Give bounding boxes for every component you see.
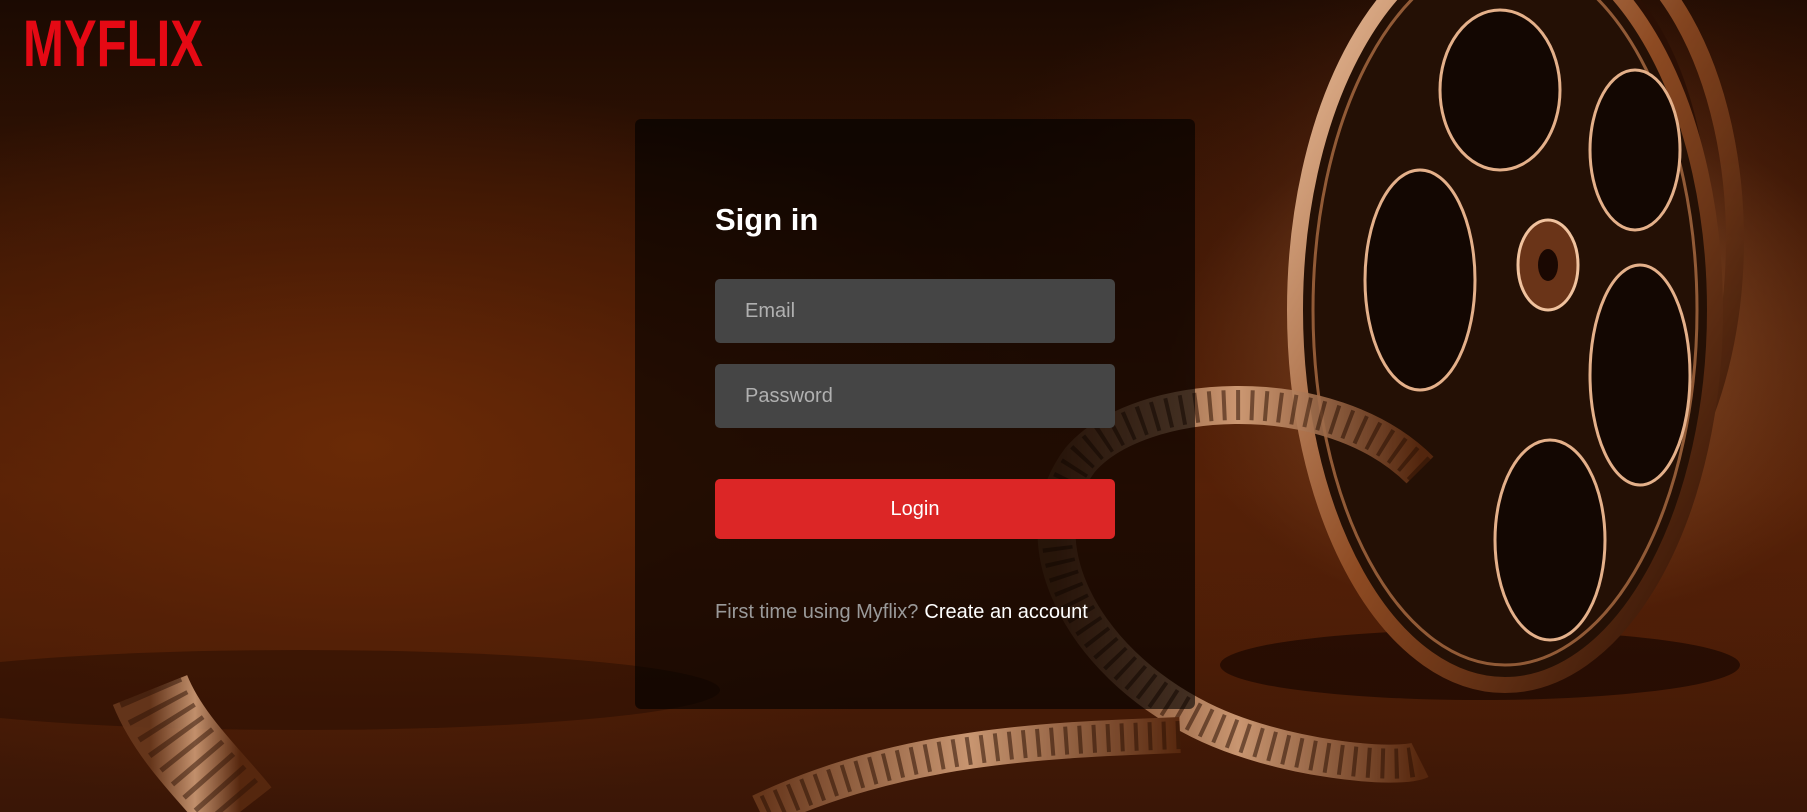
email-field[interactable] [715,279,1115,343]
signup-prompt: First time using Myflix? [715,601,919,623]
login-button[interactable]: Login [715,479,1115,539]
film-reel-front [1287,0,1723,693]
signup-line: First time using Myflix? Create an accoun… [715,601,1135,624]
page-title: Sign in [715,202,819,237]
logo-text: MYFLIX [23,8,203,74]
signin-card: Sign in Login First time using Myflix?Cr… [635,119,1195,709]
login-page: MYFLIX Sign in Login First time using My… [0,0,1807,812]
create-account-link[interactable]: Create an account [924,601,1087,623]
password-field[interactable] [715,364,1115,428]
myflix-logo[interactable]: MYFLIX [23,8,207,74]
signin-form: Sign in Login First time using Myflix?Cr… [715,199,1115,623]
